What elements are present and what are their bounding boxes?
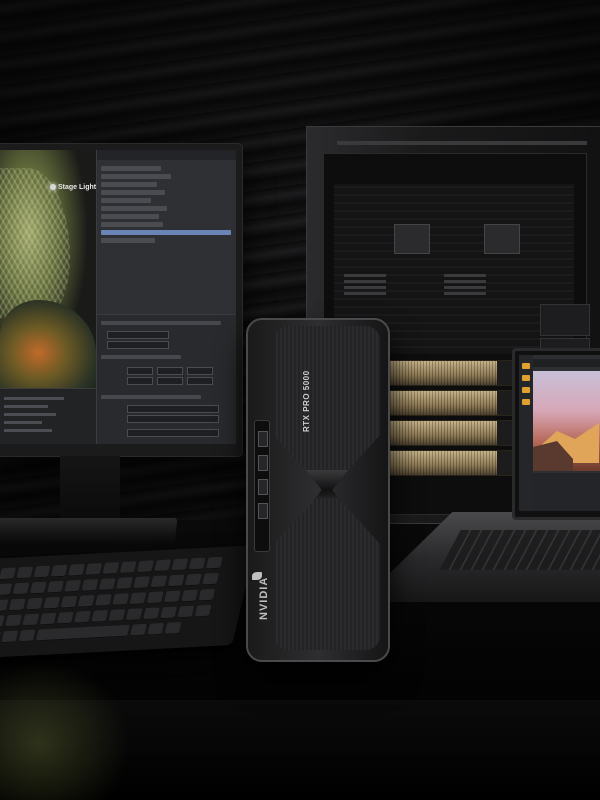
memory-module <box>344 286 386 289</box>
memory-module <box>344 292 386 295</box>
laptop-3d-viewport[interactable] <box>533 371 600 471</box>
laptop-menu-bar[interactable] <box>533 359 600 367</box>
monitor-screen: Stage Lights <box>0 150 236 444</box>
property-field[interactable] <box>127 429 219 437</box>
monitor-stand-neck <box>60 456 120 518</box>
gpu-model-label: RTX PRO 5000 <box>302 370 311 432</box>
property-field[interactable] <box>107 341 169 349</box>
property-field[interactable] <box>157 377 183 385</box>
laptop-toolbar[interactable] <box>519 355 533 511</box>
outliner-row[interactable] <box>101 222 163 227</box>
properties-panel[interactable] <box>97 314 236 444</box>
memory-module <box>444 274 486 277</box>
laptop-app-window <box>519 355 600 511</box>
gpu-brand-label: NVIDIA <box>258 576 270 620</box>
outliner-row[interactable] <box>101 174 171 179</box>
tower-top-rail <box>337 141 587 145</box>
outliner-row[interactable] <box>101 238 155 243</box>
viewport-label: Stage Lights <box>58 184 101 191</box>
memory-module <box>344 280 386 283</box>
outliner-row[interactable] <box>101 206 167 211</box>
memory-module <box>444 280 486 283</box>
property-field[interactable] <box>127 377 153 385</box>
timeline-panel[interactable] <box>0 388 96 444</box>
property-field[interactable] <box>187 367 213 375</box>
drive-bay <box>540 304 590 336</box>
gpu-io-bracket <box>254 420 270 552</box>
gpu-upper-heatsink <box>274 326 380 482</box>
property-field[interactable] <box>127 415 219 423</box>
outliner-row[interactable] <box>101 190 165 195</box>
laptop-display <box>512 348 600 520</box>
gpu-lower-heatsink <box>274 498 380 650</box>
property-field[interactable] <box>107 331 169 339</box>
memory-module <box>344 274 386 277</box>
display-port <box>258 503 268 519</box>
tool-icon[interactable] <box>522 375 530 381</box>
property-field[interactable] <box>187 377 213 385</box>
panel-tab-bar[interactable] <box>97 150 236 160</box>
scene-outliner-panel[interactable] <box>96 150 236 444</box>
property-field[interactable] <box>157 367 183 375</box>
tool-icon[interactable] <box>522 363 530 369</box>
outliner-row[interactable] <box>101 166 161 171</box>
light-bulb-icon <box>50 184 56 190</box>
monitor-stand-base <box>0 518 178 544</box>
laptop-asset-panel[interactable] <box>533 473 600 511</box>
cpu-socket <box>484 224 520 254</box>
product-scene: Stage Lights RTX PRO 5000 NVIDIA <box>0 0 600 800</box>
outliner-row[interactable] <box>101 214 159 219</box>
property-field[interactable] <box>127 367 153 375</box>
outliner-row[interactable] <box>101 182 157 187</box>
display-port <box>258 431 268 447</box>
display-port <box>258 479 268 495</box>
memory-module <box>444 292 486 295</box>
outliner-row-selected[interactable] <box>101 230 231 235</box>
outliner-row[interactable] <box>101 198 151 203</box>
property-field[interactable] <box>127 405 219 413</box>
keyboard[interactable] <box>0 545 256 659</box>
memory-module <box>444 286 486 289</box>
tool-icon[interactable] <box>522 399 530 405</box>
display-port <box>258 455 268 471</box>
desktop-monitor: Stage Lights <box>0 144 242 456</box>
cpu-socket <box>394 224 430 254</box>
tool-icon[interactable] <box>522 387 530 393</box>
laptop-keyboard[interactable] <box>439 530 600 570</box>
fabric-model <box>0 300 96 388</box>
3d-viewport[interactable]: Stage Lights <box>0 150 100 388</box>
desk-reflection <box>0 700 600 800</box>
graphics-card: RTX PRO 5000 NVIDIA <box>246 318 390 662</box>
